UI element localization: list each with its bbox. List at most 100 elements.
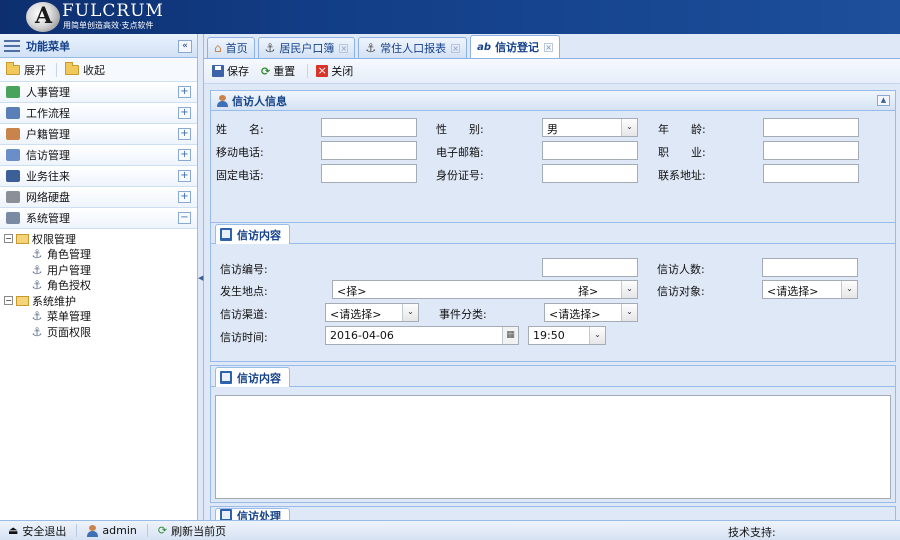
place-value: <择>: [337, 285, 367, 298]
email-input[interactable]: [542, 141, 638, 160]
menu-item-icon: [6, 149, 20, 161]
tree-node[interactable]: − 系统维护: [0, 293, 197, 309]
job-label: 职 业:: [658, 146, 706, 159]
idcard-input[interactable]: [542, 164, 638, 183]
content-textarea[interactable]: [215, 395, 891, 499]
mobile-input[interactable]: [321, 141, 417, 160]
collapse-sidebar-button[interactable]: «: [178, 40, 192, 53]
close-tab-icon[interactable]: ×: [451, 43, 461, 53]
close-tab-icon[interactable]: ×: [544, 42, 554, 52]
tab-0[interactable]: ⌂ 首页: [207, 37, 255, 58]
place-select[interactable]: <择> 择> ⌄: [332, 280, 638, 299]
close-button[interactable]: × 关闭: [316, 63, 353, 79]
sidebar-toolbar: 展开 收起: [0, 58, 197, 82]
age-input[interactable]: [763, 118, 859, 137]
expand-toggle-icon[interactable]: +: [178, 107, 191, 119]
content-text-tab: 信访内容: [215, 367, 290, 387]
sidebar-item-0[interactable]: 人事管理 +: [0, 82, 197, 103]
tree-toggle-icon[interactable]: −: [4, 234, 13, 244]
phone-input[interactable]: [321, 164, 417, 183]
tab-label: 居民户口簿: [279, 42, 335, 55]
close-icon: ×: [316, 64, 329, 77]
expand-all-button[interactable]: 展开: [6, 61, 46, 78]
tab-label: 首页: [225, 42, 248, 55]
anchor-icon: ⚓: [31, 262, 43, 277]
tech-support-label: 技术支持:: [728, 526, 776, 539]
close-tab-icon[interactable]: ×: [339, 43, 349, 53]
expand-toggle-icon[interactable]: −: [178, 212, 191, 224]
tab-1[interactable]: ⚓ 居民户口簿 ×: [257, 37, 356, 58]
refresh-button[interactable]: ⟳ 刷新当前页: [158, 523, 226, 539]
sidebar-item-label: 人事管理: [26, 86, 70, 99]
tree-node[interactable]: ⚓ 菜单管理: [0, 309, 197, 325]
content-text-header: 信访内容: [211, 366, 895, 387]
main-area: ⌂ 首页 ⚓ 居民户口簿 × ⚓ 常住人口报表 × ab 信访登记 × 保存 ⟳ 重置 × 关闭 信…: [204, 34, 900, 520]
logout-label: 安全退出: [22, 524, 67, 538]
tree-node-label: 角色管理: [47, 248, 91, 262]
menu-item-icon: [6, 212, 20, 224]
time-select[interactable]: 19:50 ⌄: [528, 326, 606, 345]
place-label: 发生地点:: [220, 285, 268, 298]
tab-label: 常住人口报表: [380, 42, 447, 55]
tab-2[interactable]: ⚓ 常住人口报表 ×: [358, 37, 468, 58]
tree-toggle-icon[interactable]: −: [4, 296, 13, 306]
time-value: 19:50: [533, 329, 565, 342]
collapse-panel-button[interactable]: ▲: [877, 95, 890, 106]
date-picker[interactable]: 2016-04-06 ▦: [325, 326, 519, 345]
sidebar-menu-list: 人事管理 + 工作流程 + 户籍管理 + 信访管理 + 业务往来 + 网络硬盘 + 系统管理 −: [0, 82, 197, 229]
collapse-all-button[interactable]: 收起: [65, 61, 105, 78]
content-text-panel: 信访内容: [210, 365, 896, 503]
logout-button[interactable]: ⏏ 安全退出: [8, 523, 66, 539]
status-divider: [76, 524, 78, 537]
save-button[interactable]: 保存: [212, 63, 249, 79]
number-input[interactable]: [542, 258, 638, 277]
content-text-title: 信访内容: [237, 371, 281, 385]
menu-icon: [4, 39, 20, 52]
gender-select[interactable]: 男 ⌄: [542, 118, 638, 137]
handling-header: 信访处理: [211, 507, 895, 520]
count-input[interactable]: [762, 258, 858, 277]
tree-node[interactable]: − 权限管理: [0, 231, 197, 247]
tab-3[interactable]: ab 信访登记 ×: [470, 35, 561, 58]
brand-slogan: 用简单创造高效·支点软件: [63, 21, 154, 30]
tree-node[interactable]: ⚓ 用户管理: [0, 262, 197, 278]
folder-closed-icon: [65, 61, 79, 75]
channel-label: 信访渠道:: [220, 308, 268, 321]
sidebar-item-1[interactable]: 工作流程 +: [0, 103, 197, 124]
expand-toggle-icon[interactable]: +: [178, 191, 191, 203]
reset-button[interactable]: ⟳ 重置: [261, 63, 295, 79]
sidebar-item-5[interactable]: 网络硬盘 +: [0, 187, 197, 208]
target-select[interactable]: <请选择> ⌄: [762, 280, 858, 299]
sidebar-item-6[interactable]: 系统管理 −: [0, 208, 197, 229]
calendar-icon[interactable]: ▦: [502, 327, 518, 344]
document-icon: [220, 228, 232, 241]
collapse-all-label: 收起: [83, 63, 105, 77]
folder-open-icon: [6, 61, 20, 75]
job-input[interactable]: [763, 141, 859, 160]
tree-node[interactable]: ⚓ 页面权限: [0, 324, 197, 340]
gender-label: 性 别:: [436, 123, 484, 136]
count-label: 信访人数:: [657, 263, 705, 276]
expand-toggle-icon[interactable]: +: [178, 86, 191, 98]
expand-toggle-icon[interactable]: +: [178, 128, 191, 140]
date-value: 2016-04-06: [330, 329, 394, 342]
toolbar-divider: [307, 64, 309, 78]
tree-node[interactable]: ⚓ 角色授权: [0, 278, 197, 294]
channel-select[interactable]: <请选择> ⌄: [325, 303, 419, 322]
name-input[interactable]: [321, 118, 417, 137]
phone-label: 固定电话:: [216, 169, 264, 182]
category-select[interactable]: <请选择> ⌄: [544, 303, 638, 322]
logout-icon: ⏏: [8, 524, 19, 537]
tree-node[interactable]: ⚓ 角色管理: [0, 247, 197, 263]
age-label: 年 龄:: [658, 123, 706, 136]
sidebar-item-3[interactable]: 信访管理 +: [0, 145, 197, 166]
expand-toggle-icon[interactable]: +: [178, 170, 191, 182]
anchor-icon: ⚓: [365, 41, 377, 55]
ab-icon: ab: [477, 41, 492, 53]
tree-node-label: 用户管理: [47, 263, 91, 277]
sidebar-item-2[interactable]: 户籍管理 +: [0, 124, 197, 145]
address-input[interactable]: [763, 164, 859, 183]
save-icon: [212, 65, 224, 77]
sidebar-item-4[interactable]: 业务往来 +: [0, 166, 197, 187]
expand-toggle-icon[interactable]: +: [178, 149, 191, 161]
